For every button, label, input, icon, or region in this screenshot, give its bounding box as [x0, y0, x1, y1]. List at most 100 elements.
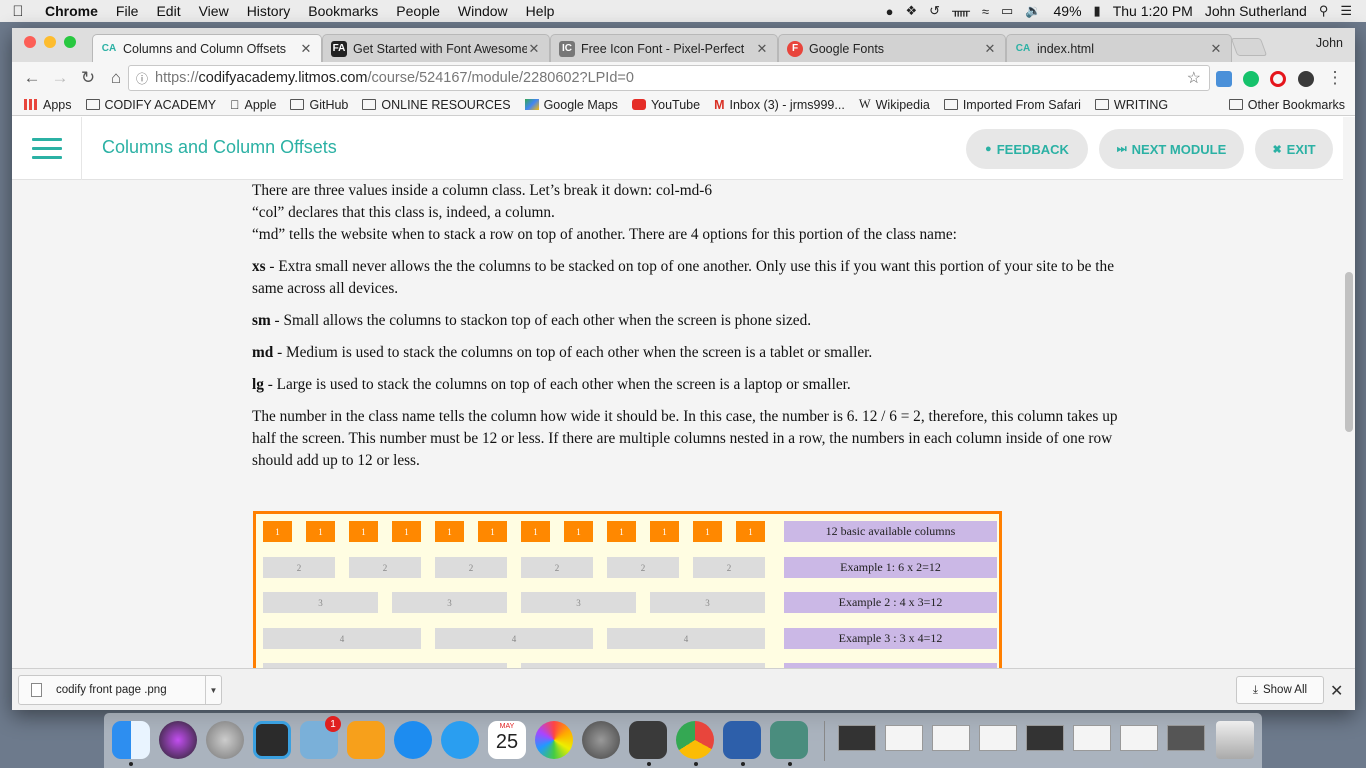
launchpad-icon[interactable]	[206, 721, 244, 759]
download-item[interactable]: codify front page .png ▼	[18, 675, 222, 705]
app-store-icon[interactable]	[394, 721, 432, 759]
menu-app-name[interactable]: Chrome	[36, 3, 107, 19]
bookmark-wikipedia[interactable]: W Wikipedia	[859, 97, 930, 112]
wifi-icon[interactable]: ≈	[982, 4, 989, 19]
bookmark-youtube[interactable]: YouTube	[631, 98, 700, 112]
opera-extension-icon[interactable]	[1270, 71, 1286, 87]
bookmark-google-maps[interactable]: Google Maps	[524, 98, 618, 112]
profile-name[interactable]: John	[1316, 36, 1343, 50]
tab-google-fonts[interactable]: F Google Fonts ✕	[778, 34, 1006, 62]
system-preferences-icon[interactable]	[582, 721, 620, 759]
minimized-window-thumbnail[interactable]	[1026, 725, 1064, 751]
dashboard-icon[interactable]	[253, 721, 291, 759]
bookmark-inbox[interactable]: M Inbox (3) - jrms999...	[714, 98, 845, 112]
volume-icon[interactable]: 🔉	[1025, 3, 1041, 19]
notification-center-icon[interactable]: ☰	[1340, 3, 1352, 19]
photos-icon[interactable]	[535, 721, 573, 759]
chrome-icon[interactable]	[676, 721, 714, 759]
siri-icon[interactable]	[159, 721, 197, 759]
feedback-button[interactable]: ● FEEDBACK	[966, 129, 1088, 169]
tab-close-icon[interactable]: ✕	[299, 41, 313, 57]
trash-icon[interactable]	[1216, 721, 1254, 759]
exit-button[interactable]: ✖ EXIT	[1255, 129, 1333, 169]
next-module-label: NEXT MODULE	[1131, 141, 1227, 157]
evernote-extension-icon[interactable]	[1298, 71, 1314, 87]
folder-icon	[1228, 99, 1243, 110]
menu-view[interactable]: View	[190, 3, 238, 19]
bluetooth-icon[interactable]: ᚅ	[952, 3, 970, 19]
minimized-window-thumbnail[interactable]	[1073, 725, 1111, 751]
safari-icon[interactable]	[441, 721, 479, 759]
zoom-window-button[interactable]	[64, 36, 76, 48]
bookmark-other-bookmarks[interactable]: Other Bookmarks	[1228, 98, 1345, 112]
bookmark-online-resources[interactable]: ONLINE RESOURCES	[362, 98, 511, 112]
ibooks-icon[interactable]	[347, 721, 385, 759]
minimized-window-thumbnail[interactable]	[1120, 725, 1158, 751]
next-module-button[interactable]: ⏭ NEXT MODULE	[1099, 129, 1244, 169]
bookmark-writing[interactable]: WRITING	[1094, 98, 1168, 112]
tab-close-icon[interactable]: ✕	[527, 41, 541, 57]
menu-window[interactable]: Window	[449, 3, 517, 19]
tab-font-awesome[interactable]: FA Get Started with Font Awesome ✕	[322, 34, 550, 62]
grid-column-cell: 1	[607, 521, 636, 542]
minimized-window-thumbnail[interactable]	[838, 725, 876, 751]
hamburger-menu-icon[interactable]	[12, 117, 82, 180]
user-name[interactable]: John Sutherland	[1205, 3, 1307, 19]
notification-icon[interactable]: ●	[886, 4, 894, 19]
finder-icon[interactable]	[112, 721, 150, 759]
chevron-down-icon[interactable]: ▼	[205, 676, 221, 704]
minimized-window-thumbnail[interactable]	[885, 725, 923, 751]
close-icon[interactable]: ✕	[1330, 681, 1343, 701]
home-icon[interactable]: ⌂	[102, 68, 130, 88]
time-machine-icon[interactable]: ↺	[929, 3, 940, 19]
dropbox-icon[interactable]: ❖	[906, 3, 918, 19]
menu-edit[interactable]: Edit	[147, 3, 189, 19]
menu-history[interactable]: History	[238, 3, 300, 19]
bookmark-apple[interactable]: Apple	[230, 98, 276, 112]
bookmark-codify-academy[interactable]: CODIFY ACADEMY	[85, 98, 216, 112]
address-bar[interactable]: ⓘ https://codifyacademy.litmos.com/cours…	[128, 65, 1210, 91]
sublime-text-icon[interactable]	[629, 721, 667, 759]
minimized-window-thumbnail[interactable]	[1167, 725, 1205, 751]
airplay-icon[interactable]: ▭	[1001, 3, 1013, 19]
menu-people[interactable]: People	[387, 3, 449, 19]
page-scrollbar[interactable]	[1343, 117, 1355, 668]
screen-capture-extension-icon[interactable]	[1216, 71, 1232, 87]
grid-column-cell: 2	[435, 557, 507, 578]
bookmark-apps[interactable]: Apps	[24, 98, 72, 112]
bookmark-star-icon[interactable]: ☆	[1187, 68, 1201, 88]
spotlight-search-icon[interactable]: ⚲	[1319, 3, 1329, 19]
tab-close-icon[interactable]: ✕	[1209, 41, 1223, 57]
site-info-icon[interactable]: ⓘ	[129, 70, 155, 87]
bookmark-imported-from-safari[interactable]: Imported From Safari	[943, 98, 1081, 112]
battery-percent[interactable]: 49%	[1054, 3, 1082, 19]
clock[interactable]: Thu 1:20 PM	[1113, 3, 1193, 19]
battery-icon[interactable]: ▮	[1094, 3, 1101, 19]
word-icon[interactable]	[723, 721, 761, 759]
tab-close-icon[interactable]: ✕	[983, 41, 997, 57]
chrome-menu-icon[interactable]: ⋮	[1321, 68, 1349, 88]
tab-close-icon[interactable]: ✕	[755, 41, 769, 57]
reload-icon[interactable]: ↻	[74, 68, 102, 88]
show-all-button[interactable]: ⤓ Show All	[1236, 676, 1324, 704]
bookmark-github[interactable]: GitHub	[290, 98, 348, 112]
minimize-window-button[interactable]	[44, 36, 56, 48]
forward-arrow-icon[interactable]: →	[46, 68, 74, 88]
grammarly-extension-icon[interactable]	[1243, 71, 1259, 87]
apple-menu-icon[interactable]: 	[0, 3, 36, 20]
menu-bookmarks[interactable]: Bookmarks	[299, 3, 387, 19]
minimized-window-thumbnail[interactable]	[979, 725, 1017, 751]
close-window-button[interactable]	[24, 36, 36, 48]
tab-icon-font[interactable]: IC Free Icon Font - Pixel-Perfect ✕	[550, 34, 778, 62]
tab-index-html[interactable]: CA index.html ✕	[1006, 34, 1232, 62]
mamp-icon[interactable]	[770, 721, 808, 759]
menu-file[interactable]: File	[107, 3, 148, 19]
new-tab-button[interactable]	[1230, 38, 1268, 56]
grid-row-label: 12 basic available columns	[784, 521, 997, 542]
tab-columns-offsets[interactable]: CA Columns and Column Offsets ✕	[92, 34, 322, 62]
calendar-icon[interactable]: MAY 25	[488, 721, 526, 759]
scrollbar-thumb[interactable]	[1345, 272, 1353, 432]
menu-help[interactable]: Help	[517, 3, 564, 19]
back-arrow-icon[interactable]: ←	[18, 68, 46, 88]
minimized-window-thumbnail[interactable]	[932, 725, 970, 751]
